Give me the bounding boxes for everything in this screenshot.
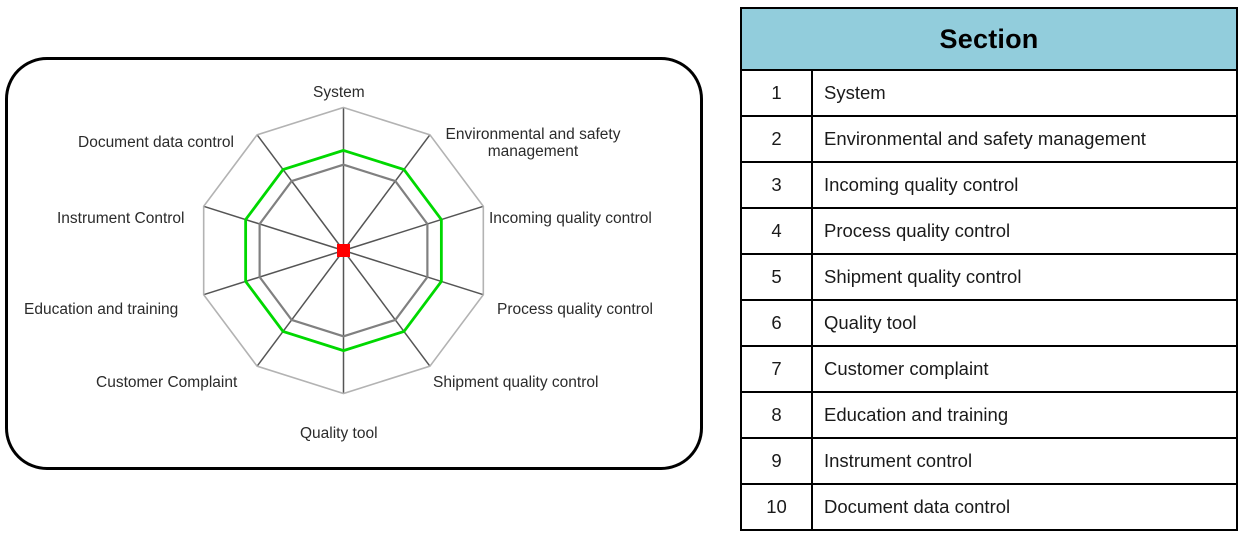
radar-axis-label-process-quality-control: Process quality control xyxy=(497,301,653,318)
table-cell-number: 6 xyxy=(740,299,813,347)
table-row[interactable]: 3 Incoming quality control xyxy=(740,161,1238,209)
table-cell-section-name: Education and training xyxy=(810,391,1238,439)
table-cell-number: 10 xyxy=(740,483,813,531)
table-cell-section-name: Incoming quality control xyxy=(810,161,1238,209)
section-table-header: Section xyxy=(739,7,1238,71)
table-cell-number: 2 xyxy=(740,115,813,163)
table-cell-number: 8 xyxy=(740,391,813,439)
table-cell-number: 1 xyxy=(740,69,813,117)
table-cell-section-name: Environmental and safety management xyxy=(810,115,1238,163)
table-cell-section-name: Shipment quality control xyxy=(810,253,1238,301)
axis-label-text-line1: Environmental and safety xyxy=(445,126,621,143)
axis-label-text-line2: management xyxy=(487,143,579,161)
radar-axis-label-document-data-control: Document data control xyxy=(78,134,234,151)
table-cell-number: 7 xyxy=(740,345,813,393)
table-cell-section-name: Customer complaint xyxy=(810,345,1238,393)
axis-label-text: System xyxy=(313,84,365,101)
table-row[interactable]: 4 Process quality control xyxy=(740,207,1238,255)
radar-axis-label-education-and-training: Education and training xyxy=(24,301,178,318)
table-row[interactable]: 8 Education and training xyxy=(740,391,1238,439)
axis-label-text: Education and training xyxy=(24,301,179,318)
table-cell-number: 4 xyxy=(740,207,813,255)
radar-axis-label-quality-tool: Quality tool xyxy=(300,425,378,442)
axis-label-text: Process quality control xyxy=(497,301,653,318)
axis-label-text: Document data control xyxy=(78,134,234,151)
table-row[interactable]: 9 Instrument control xyxy=(740,437,1238,485)
axis-label-text: Shipment quality control xyxy=(433,374,599,391)
radar-axis-label-environmental-and-safety-management: Environmental and safety management xyxy=(438,126,628,161)
table-cell-section-name: Process quality control xyxy=(810,207,1238,255)
table-header-row: Section xyxy=(739,7,1238,71)
table-row[interactable]: 5 Shipment quality control xyxy=(740,253,1238,301)
radar-axis-label-instrument-control: Instrument Control xyxy=(57,210,185,227)
table-row[interactable]: 1 System xyxy=(740,69,1238,117)
table-cell-number: 9 xyxy=(740,437,813,485)
table-cell-number: 5 xyxy=(740,253,813,301)
axis-label-text: Incoming quality control xyxy=(489,210,652,227)
axis-label-text: Quality tool xyxy=(300,425,378,442)
table-row[interactable]: 7 Customer complaint xyxy=(740,345,1238,393)
screenshot-root: System Environmental and safety manageme… xyxy=(0,0,1238,536)
table-row[interactable]: 6 Quality tool xyxy=(740,299,1238,347)
radar-axis-label-incoming-quality-control: Incoming quality control xyxy=(489,210,652,227)
radar-chart-card xyxy=(5,57,703,470)
table-cell-number: 3 xyxy=(740,161,813,209)
section-table: Section 1 System 2 Environmental and safety… xyxy=(739,7,1238,531)
table-cell-section-name: Document data control xyxy=(810,483,1238,531)
table-row[interactable]: 10 Document data control xyxy=(740,483,1238,531)
axis-label-text: Instrument Control xyxy=(57,210,185,227)
table-row[interactable]: 2 Environmental and safety management xyxy=(740,115,1238,163)
radar-axis-label-customer-complaint: Customer Complaint xyxy=(96,374,237,391)
table-cell-section-name: System xyxy=(810,69,1238,117)
table-cell-section-name: Quality tool xyxy=(810,299,1238,347)
table-cell-section-name: Instrument control xyxy=(810,437,1238,485)
axis-label-text: Customer Complaint xyxy=(96,374,238,391)
radar-axis-label-system: System xyxy=(313,84,365,101)
section-table-body: 1 System 2 Environmental and safety managem… xyxy=(740,69,1238,531)
radar-axis-label-shipment-quality-control: Shipment quality control xyxy=(433,374,598,391)
